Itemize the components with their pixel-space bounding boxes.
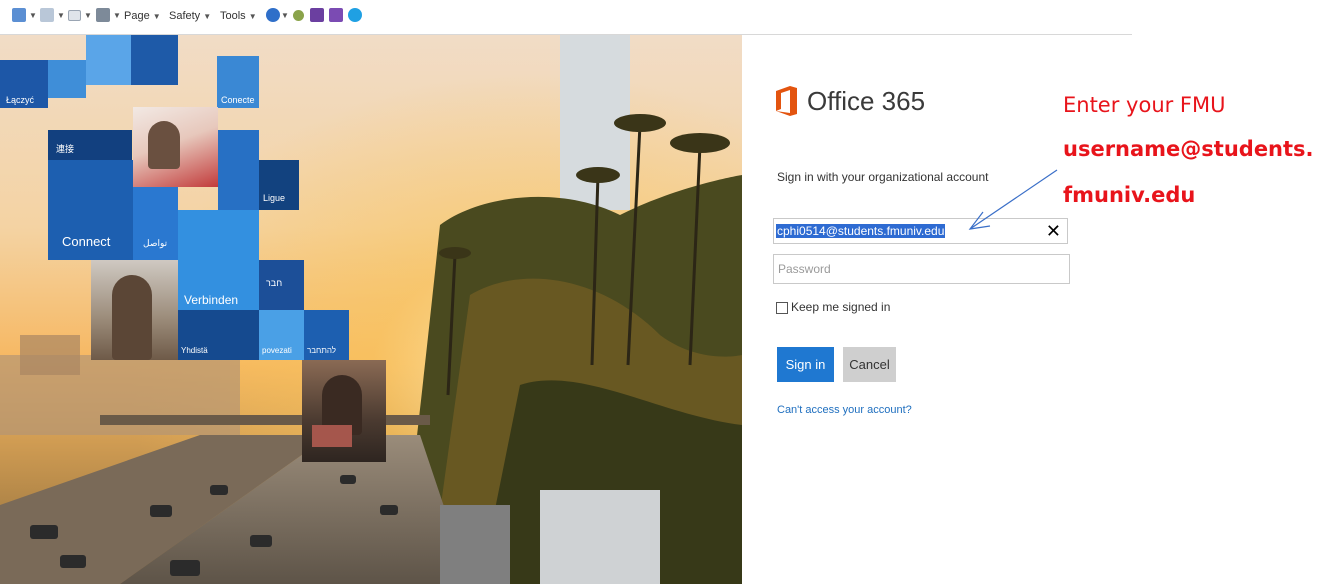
page-menu-label: Page [124,10,150,22]
tile [48,60,86,98]
cancel-button[interactable]: Cancel [843,347,896,382]
tile [86,35,131,85]
print-icon[interactable] [96,8,110,22]
annotation-line3: fmuniv.edu [1063,183,1196,207]
safety-menu-label: Safety [169,10,201,22]
photo-person [112,275,152,360]
tile-label: להתחבר [307,346,336,355]
research-icon[interactable] [293,10,304,21]
tile-label: Łączyć [6,95,35,105]
safety-menu[interactable]: Safety ▼ [169,8,211,24]
tile-label: povezati [262,346,292,355]
tile [218,130,259,210]
page-menu[interactable]: Page ▼ [124,8,161,24]
keep-signed-in-checkbox[interactable] [776,302,788,314]
password-field[interactable]: Password [773,254,1070,284]
tile-label: חבר [266,278,283,288]
office-365-title: Office 365 [807,86,926,116]
signin-heading: Sign in with your organizational account [777,170,989,184]
onenote-send-icon[interactable] [310,8,324,22]
mail-icon[interactable] [68,10,81,21]
feeds-icon[interactable] [40,8,54,22]
tile-label: Yhdistä [181,346,208,355]
tile-label: Verbinden [184,293,239,307]
cant-access-link[interactable]: Can't access your account? [777,404,912,416]
chevron-down-icon: ▼ [203,12,212,21]
photo-person [148,121,180,169]
tile-label: تواصل [143,238,168,248]
hero-image: Łączyć Conecte 連接 Ligue Connect تواصل Ve… [0,35,742,584]
username-field[interactable]: cphi0514@students.fmuniv.edu ✕ [773,218,1068,244]
tile [131,35,178,85]
tools-menu[interactable]: Tools ▼ [220,8,257,24]
onenote-icon[interactable] [329,8,343,22]
tile [133,187,178,260]
help-dropdown-icon[interactable]: ▼ [281,8,289,24]
tile-label: Ligue [263,193,286,203]
home-dropdown-icon[interactable]: ▼ [29,8,37,24]
password-placeholder: Password [778,262,831,276]
tools-menu-label: Tools [220,10,246,22]
annotation-line1: Enter your FMU [1063,93,1226,117]
mail-dropdown-icon[interactable]: ▼ [84,8,92,24]
username-value: cphi0514@students.fmuniv.edu [776,224,946,238]
close-icon[interactable]: ✕ [1046,221,1061,242]
chevron-down-icon: ▼ [248,12,257,21]
feeds-dropdown-icon[interactable]: ▼ [57,8,65,24]
print-dropdown-icon[interactable]: ▼ [113,8,121,24]
signin-button[interactable]: Sign in [777,347,834,382]
office-icon [776,86,797,116]
photo-laptop [312,425,352,447]
command-bar: ▼ ▼ ▼ ▼ Page ▼ Safety ▼ Tools ▼ ▼ [0,0,1132,35]
chevron-down-icon: ▼ [152,12,161,21]
home-icon[interactable] [12,8,26,22]
tile-label: 連接 [56,144,75,154]
annotation-line2: username@students. [1063,137,1314,161]
tile-label: Connect [62,234,111,249]
help-icon[interactable] [266,8,280,22]
tile-label: Conecte [221,95,255,105]
skype-icon[interactable] [348,8,362,22]
keep-signed-in-label[interactable]: Keep me signed in [791,300,890,314]
